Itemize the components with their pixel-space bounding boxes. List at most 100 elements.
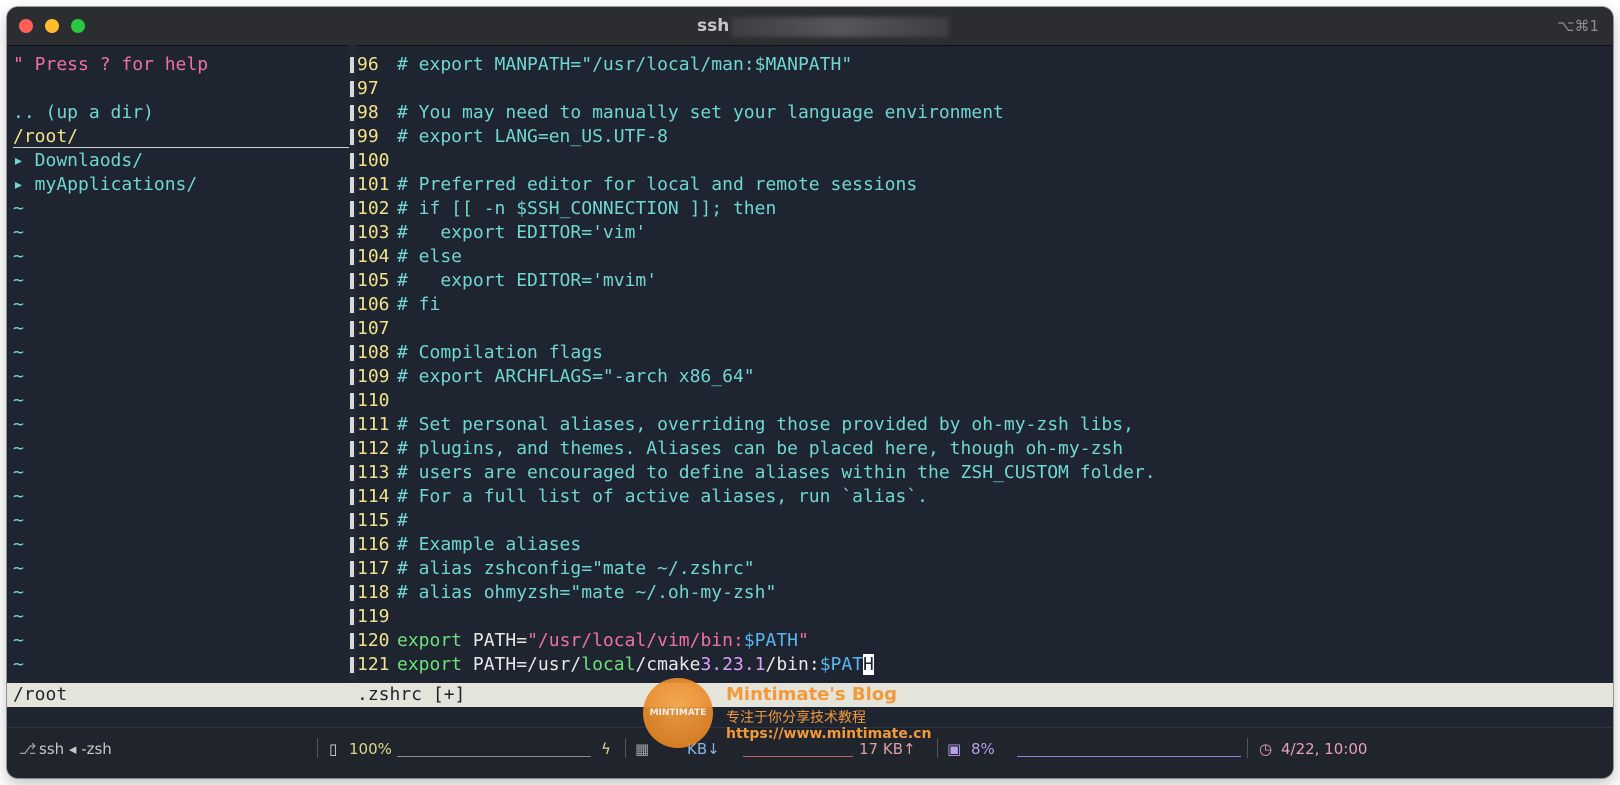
code-line[interactable]: 118 # alias ohmyzsh="mate ~/.oh-my-zsh" [357,581,776,605]
code-line[interactable]: 116 # Example aliases [357,533,581,557]
line-number: 115 [357,510,390,531]
code-line[interactable]: 119 [357,605,397,629]
tree-item-myapplications[interactable]: ▸ myApplications/ [13,173,197,197]
code-text: # Compilation flags [397,342,603,363]
code-line[interactable]: 98 # You may need to manually set your la… [357,101,1004,125]
string: "/usr/local/vim/bin: [527,630,744,651]
code-text: # users are encouraged to define aliases… [397,462,1156,483]
number: 3.23.1 [700,654,766,675]
line-number: 109 [357,366,390,387]
watermark-url: https://www.mintimate.cn [726,726,932,742]
code-text: # else [397,246,463,267]
minimize-button[interactable] [45,19,59,33]
line-number: 110 [357,390,390,411]
code-line[interactable]: 99 # export LANG=en_US.UTF-8 [357,125,668,149]
editor-pane[interactable]: 96 # export MANPATH="/usr/local/man:$MANP… [357,45,1613,683]
watermark-logo: MINTIMATE [643,678,713,748]
empty-line-marker: ~ [13,486,24,507]
code-line[interactable]: 106 # fi [357,293,440,317]
charging-icon: ϟ [601,740,611,758]
divider-segment [350,417,354,433]
code-line[interactable]: 103 # export EDITOR='vim' [357,221,646,245]
session-label[interactable]: ssh ◂ -zsh [39,738,112,760]
code-text: # Preferred editor for local and remote … [397,174,918,195]
line-number: 119 [357,606,390,627]
code-text: # Set personal aliases, overriding those… [397,414,1134,435]
code-line[interactable]: 97 [357,77,397,101]
code-line[interactable]: 108 # Compilation flags [357,341,603,365]
divider-segment [350,345,354,361]
empty-line-marker: ~ [13,438,24,459]
battery-graph [397,742,591,757]
code-line[interactable]: 102 # if [[ -n $SSH_CONNECTION ]]; then [357,197,776,221]
code-text: # alias zshconfig="mate ~/.zshrc" [397,558,755,579]
tree-item-downloads[interactable]: ▸ Downlaods/ [13,149,143,173]
line-number: 101 [357,174,390,195]
separator [625,738,626,758]
code-text: /bin: [765,654,820,675]
empty-line-marker: ~ [13,318,24,339]
divider-segment [350,105,354,121]
pane-divider[interactable] [349,45,357,683]
empty-line-marker: ~ [13,630,24,651]
line-number: 111 [357,414,390,435]
code-line[interactable]: 105 # export EDITOR='mvim' [357,269,657,293]
line-number: 103 [357,222,390,243]
close-button[interactable] [19,19,33,33]
empty-line-marker: ~ [13,606,24,627]
code-text: # export ARCHFLAGS="-arch x86_64" [397,366,755,387]
code-line[interactable]: 109 # export ARCHFLAGS="-arch x86_64" [357,365,755,389]
empty-line-marker: ~ [13,390,24,411]
empty-line-marker: ~ [13,654,24,675]
code-line[interactable]: 120 export PATH="/usr/local/vim/bin:$PATH… [357,629,809,653]
cpu-icon: ▣ [947,740,962,758]
battery-percent: 100% [349,740,392,758]
code-line[interactable]: 100 [357,149,397,173]
code-text: # fi [397,294,441,315]
empty-line-marker: ~ [13,246,24,267]
code-line[interactable]: 101 # Preferred editor for local and remo… [357,173,917,197]
code-text: # export MANPATH="/usr/local/man:$MANPAT… [397,54,853,75]
code-text: PATH= [462,630,528,651]
nerdtree-pane[interactable]: " Press ? for help .. (up a dir) /root/ … [7,45,349,683]
code-line[interactable]: 115 # [357,509,408,533]
code-line[interactable]: 107 [357,317,397,341]
divider-segment [350,57,354,73]
code-line[interactable]: 96 # export MANPATH="/usr/local/man:$MANP… [357,53,852,77]
network-icon: ▦ [635,740,650,758]
help-hint: " Press ? for help [13,54,209,75]
current-dir-underline [13,147,349,148]
string: " [798,630,809,651]
code-text: /cmake [635,654,701,675]
code-line[interactable]: 113 # users are encouraged to define alia… [357,461,1156,485]
up-dir-item[interactable]: .. (up a dir) [13,101,154,125]
empty-line-marker: ~ [13,414,24,435]
empty-line-marker: ~ [13,366,24,387]
code-line[interactable]: 114 # For a full list of active aliases, … [357,485,928,509]
code-line[interactable]: 104 # else [357,245,462,269]
line-number: 98 [357,102,379,123]
zoom-button[interactable] [71,19,85,33]
code-line[interactable]: 110 [357,389,397,413]
divider-segment [350,81,354,97]
keyword: export [397,654,463,675]
code-text: # if [[ -n $SSH_CONNECTION ]]; then [397,198,777,219]
empty-line-marker: ~ [13,534,24,555]
line-number: 114 [357,486,390,507]
line-number: 113 [357,462,390,483]
line-number: 117 [357,558,390,579]
keyword: export [397,630,463,651]
divider-segment [350,153,354,169]
code-line[interactable]: 112 # plugins, and themes. Aliases can be… [357,437,1123,461]
empty-line-marker: ~ [13,582,24,603]
watermark-title: Mintimate's Blog [726,684,898,705]
window-shortcut: ⌥⌘1 [1557,17,1599,35]
line-number: 116 [357,534,390,555]
divider-segment [350,393,354,409]
empty-line-marker: ~ [13,294,24,315]
empty-line-marker: ~ [13,558,24,579]
code-line[interactable]: 117 # alias zshconfig="mate ~/.zshrc" [357,557,755,581]
current-dir[interactable]: /root/ [13,125,78,149]
code-line[interactable]: 121 export PATH=/usr/local/cmake3.23.1/bi… [357,653,874,677]
code-line[interactable]: 111 # Set personal aliases, overriding th… [357,413,1134,437]
